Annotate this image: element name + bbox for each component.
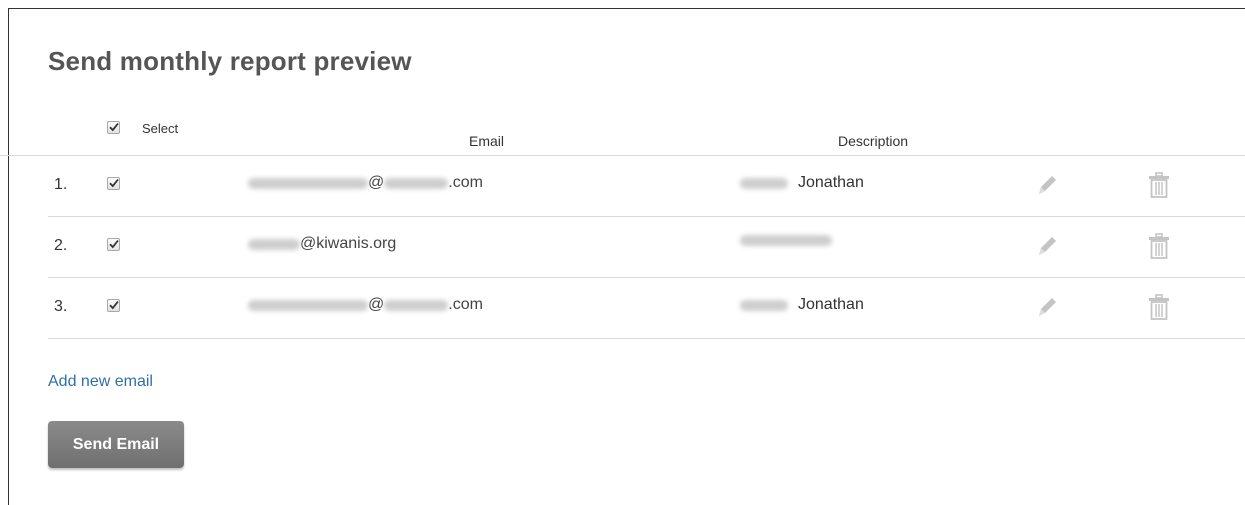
row-checkbox[interactable] <box>107 177 120 190</box>
add-new-email-link[interactable]: Add new email <box>48 373 153 391</box>
description-cell: Jonathan <box>740 296 864 314</box>
redacted-text <box>248 299 368 311</box>
row-checkbox[interactable] <box>107 299 120 312</box>
trash-icon <box>1149 172 1169 198</box>
pencil-icon <box>1039 176 1056 194</box>
description-cell <box>740 235 832 246</box>
trash-icon <box>1149 294 1169 320</box>
table-header: Select Email Description <box>0 115 1245 156</box>
row-checkbox[interactable] <box>107 238 120 251</box>
send-email-button[interactable]: Send Email <box>48 421 184 468</box>
checkmark-icon <box>109 239 119 249</box>
email-header-label: Email <box>469 133 505 149</box>
edit-button[interactable] <box>1034 233 1060 259</box>
select-all-checkbox[interactable] <box>107 121 120 134</box>
description-cell: Jonathan <box>740 174 864 192</box>
page-title: Send monthly report preview <box>48 46 412 76</box>
redacted-text <box>248 177 368 189</box>
delete-button[interactable] <box>1146 171 1172 199</box>
edit-button[interactable] <box>1034 172 1060 198</box>
redacted-text <box>740 299 788 311</box>
pencil-icon <box>1039 298 1056 316</box>
redacted-text <box>384 299 449 311</box>
table-row: 1. @ .com Jonathan <box>48 156 1245 217</box>
email-cell: @kiwanis.org <box>248 235 396 253</box>
row-number: 3. <box>54 298 68 315</box>
checkmark-icon <box>109 178 119 188</box>
email-at-text: @ <box>368 174 385 191</box>
table-row: 2. @kiwanis.org <box>48 217 1245 278</box>
redacted-text <box>740 235 832 246</box>
redacted-text <box>248 238 300 250</box>
email-at-text: @ <box>368 296 385 313</box>
description-text: Jonathan <box>798 174 864 191</box>
row-number: 1. <box>54 176 68 193</box>
email-suffix-text: .com <box>448 296 483 313</box>
email-at-text: @kiwanis.org <box>300 235 397 252</box>
description-header-label: Description <box>838 133 909 149</box>
checkmark-icon <box>109 122 119 132</box>
delete-button[interactable] <box>1146 232 1172 260</box>
email-cell: @ .com <box>248 174 483 192</box>
email-cell: @ .com <box>248 296 483 314</box>
row-number: 2. <box>54 237 68 254</box>
checkmark-icon <box>109 300 119 310</box>
pencil-icon <box>1039 237 1056 255</box>
redacted-text <box>384 177 449 189</box>
email-suffix-text: .com <box>448 174 483 191</box>
delete-button[interactable] <box>1146 293 1172 321</box>
description-text: Jonathan <box>798 296 864 313</box>
redacted-text <box>740 177 788 189</box>
table-row: 3. @ .com Jonathan <box>48 278 1245 339</box>
edit-button[interactable] <box>1034 294 1060 320</box>
select-header-label: Select <box>142 121 179 136</box>
trash-icon <box>1149 233 1169 259</box>
